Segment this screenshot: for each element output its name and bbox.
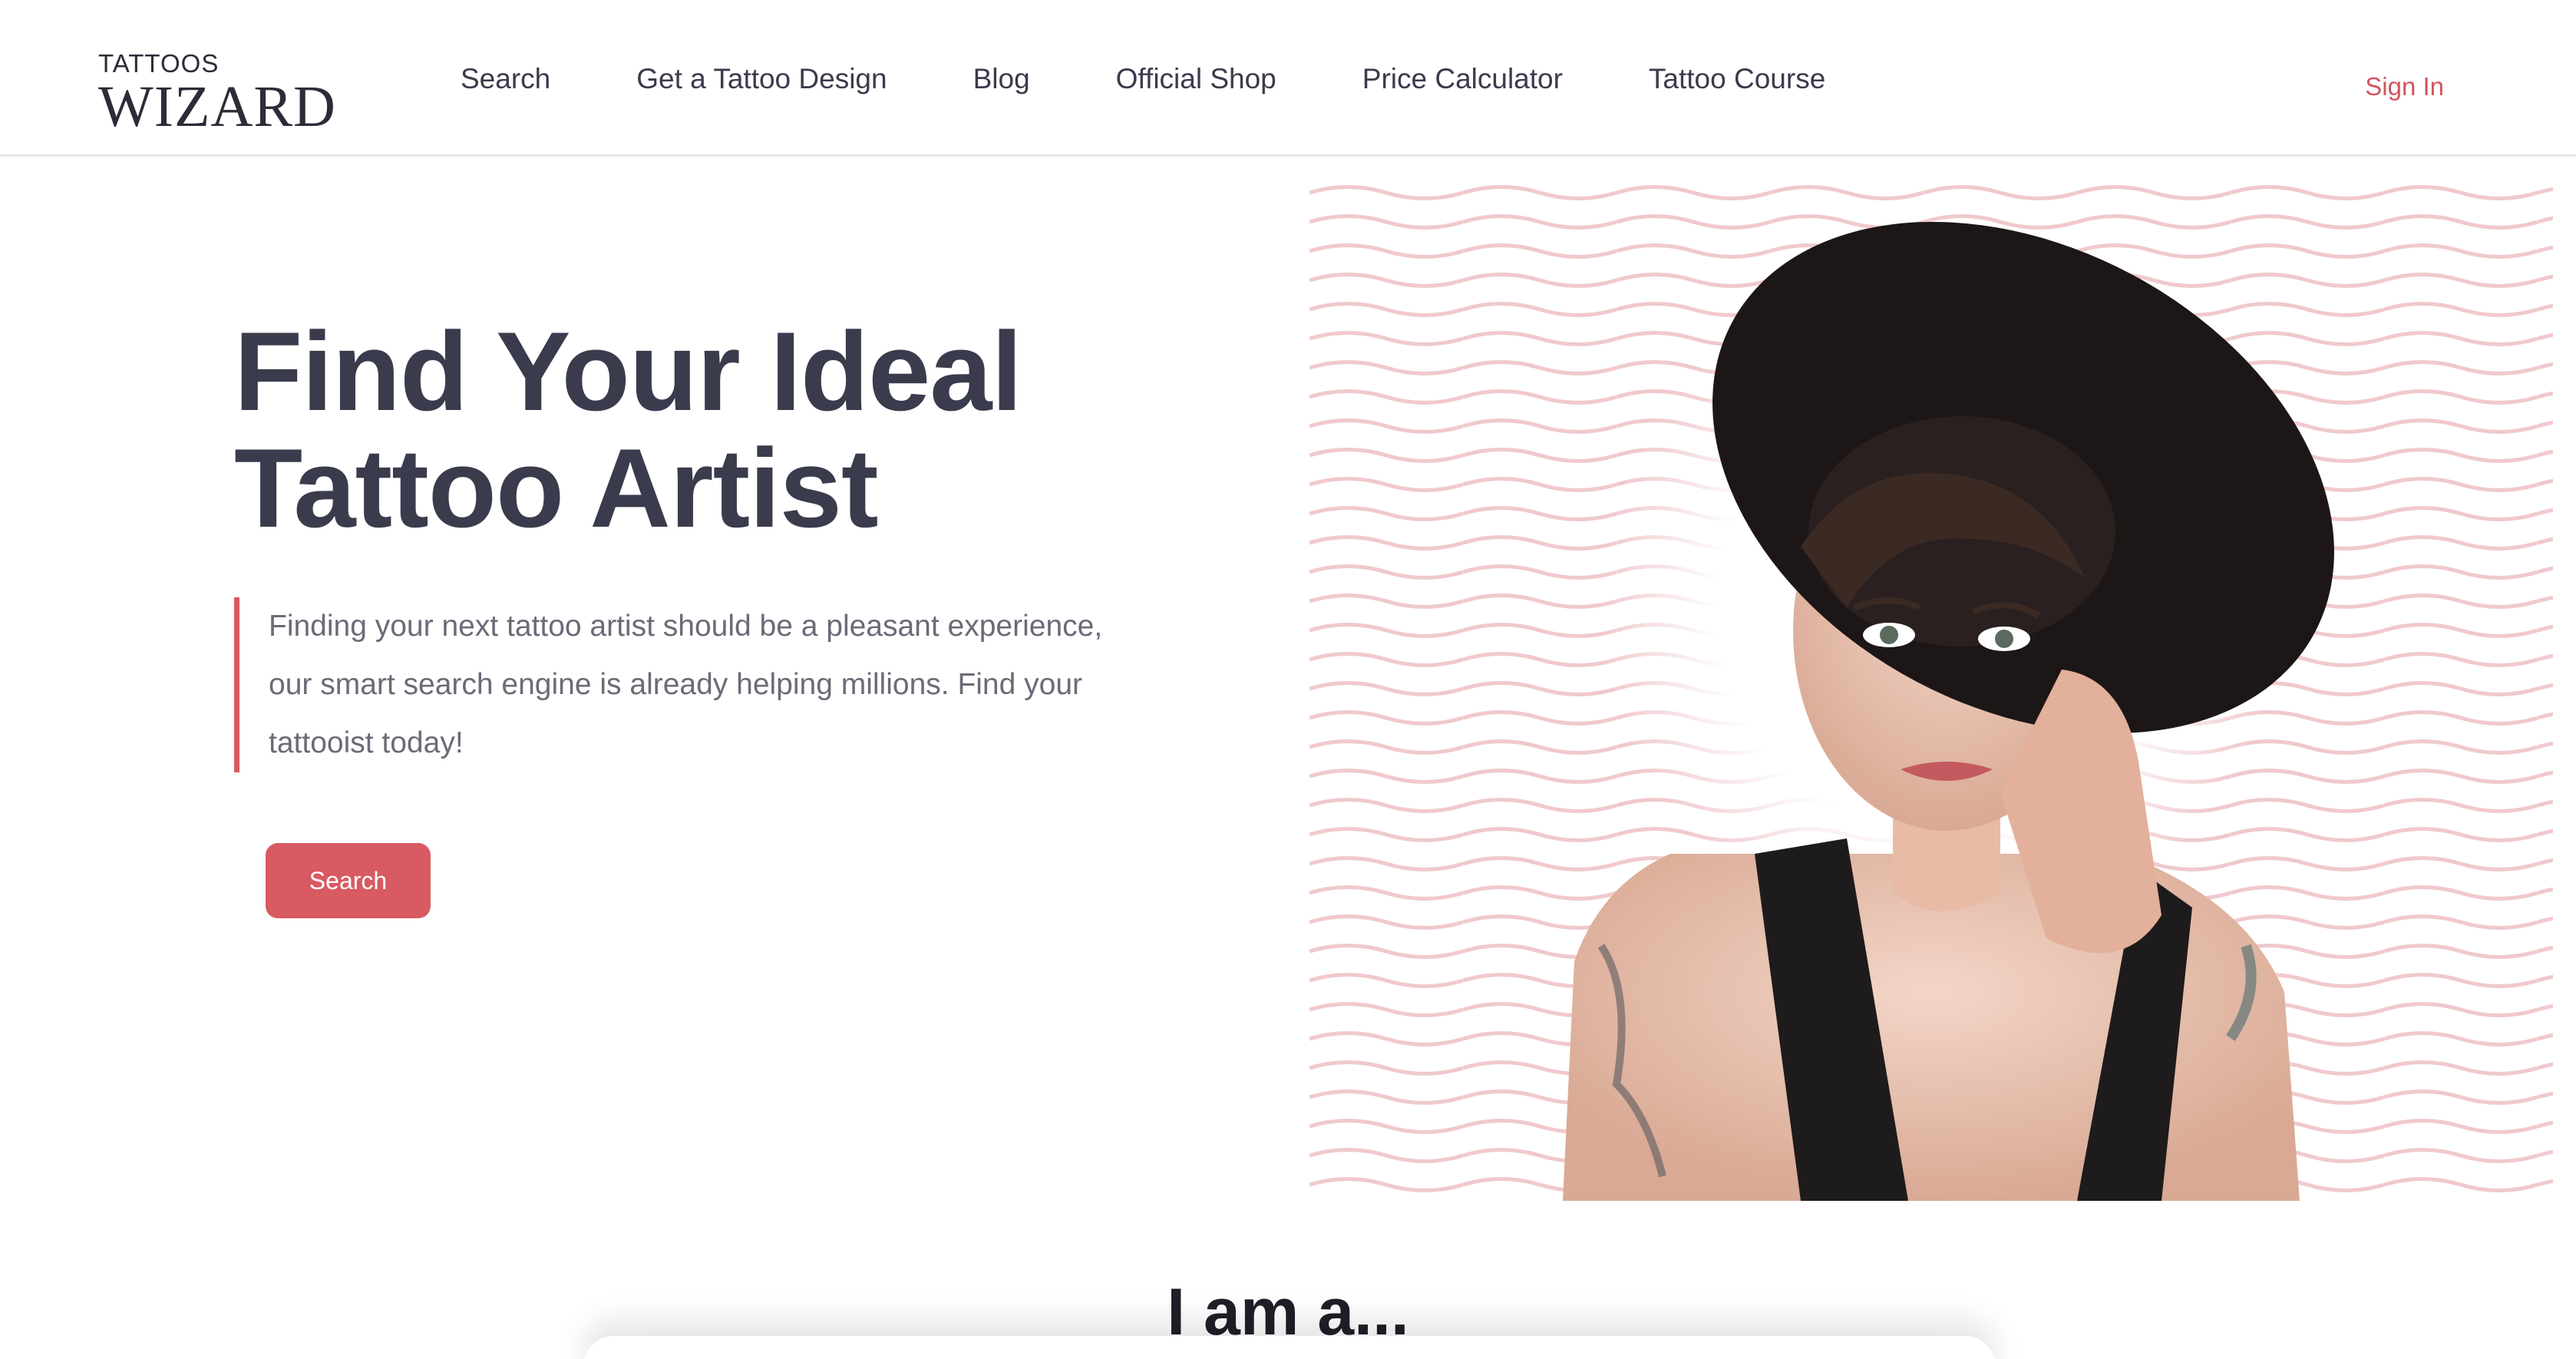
logo-small-text: TATTOOS — [98, 49, 220, 78]
hero-image — [1309, 178, 2553, 1201]
nav-item-blog[interactable]: Blog — [973, 63, 1030, 95]
hero-search-button[interactable]: Search — [266, 843, 431, 918]
nav-item-get-a-tattoo-design[interactable]: Get a Tattoo Design — [636, 63, 887, 95]
hero-description: Finding your next tattoo artist should b… — [234, 597, 1194, 772]
sign-in-link[interactable]: Sign In — [2365, 72, 2444, 101]
hero-description-line-2: our smart search engine is already helpi… — [269, 668, 1083, 701]
hero-description-line-1: Finding your next tattoo artist should b… — [269, 610, 1103, 643]
hero-title-line-2: Tattoo Artist — [234, 425, 879, 551]
hero-title-line-1: Find Your Ideal — [234, 309, 1022, 434]
site-header: TATTOOS WIZARD Search Get a Tattoo Desig… — [0, 0, 2576, 157]
nav-item-search[interactable]: Search — [461, 63, 550, 95]
main-nav: Search Get a Tattoo Design Blog Official… — [461, 63, 1825, 95]
role-selector-card — [583, 1336, 1996, 1359]
nav-item-tattoo-course[interactable]: Tattoo Course — [1649, 63, 1825, 95]
hero-title: Find Your Ideal Tattoo Artist — [234, 313, 1232, 547]
site-logo[interactable]: TATTOOS WIZARD — [98, 49, 336, 139]
hero-description-line-3: tattooist today! — [269, 726, 464, 759]
logo-big-text: WIZARD — [98, 74, 336, 139]
nav-item-official-shop[interactable]: Official Shop — [1116, 63, 1276, 95]
nav-item-price-calculator[interactable]: Price Calculator — [1362, 63, 1563, 95]
hero-illustration — [1309, 178, 2553, 1201]
